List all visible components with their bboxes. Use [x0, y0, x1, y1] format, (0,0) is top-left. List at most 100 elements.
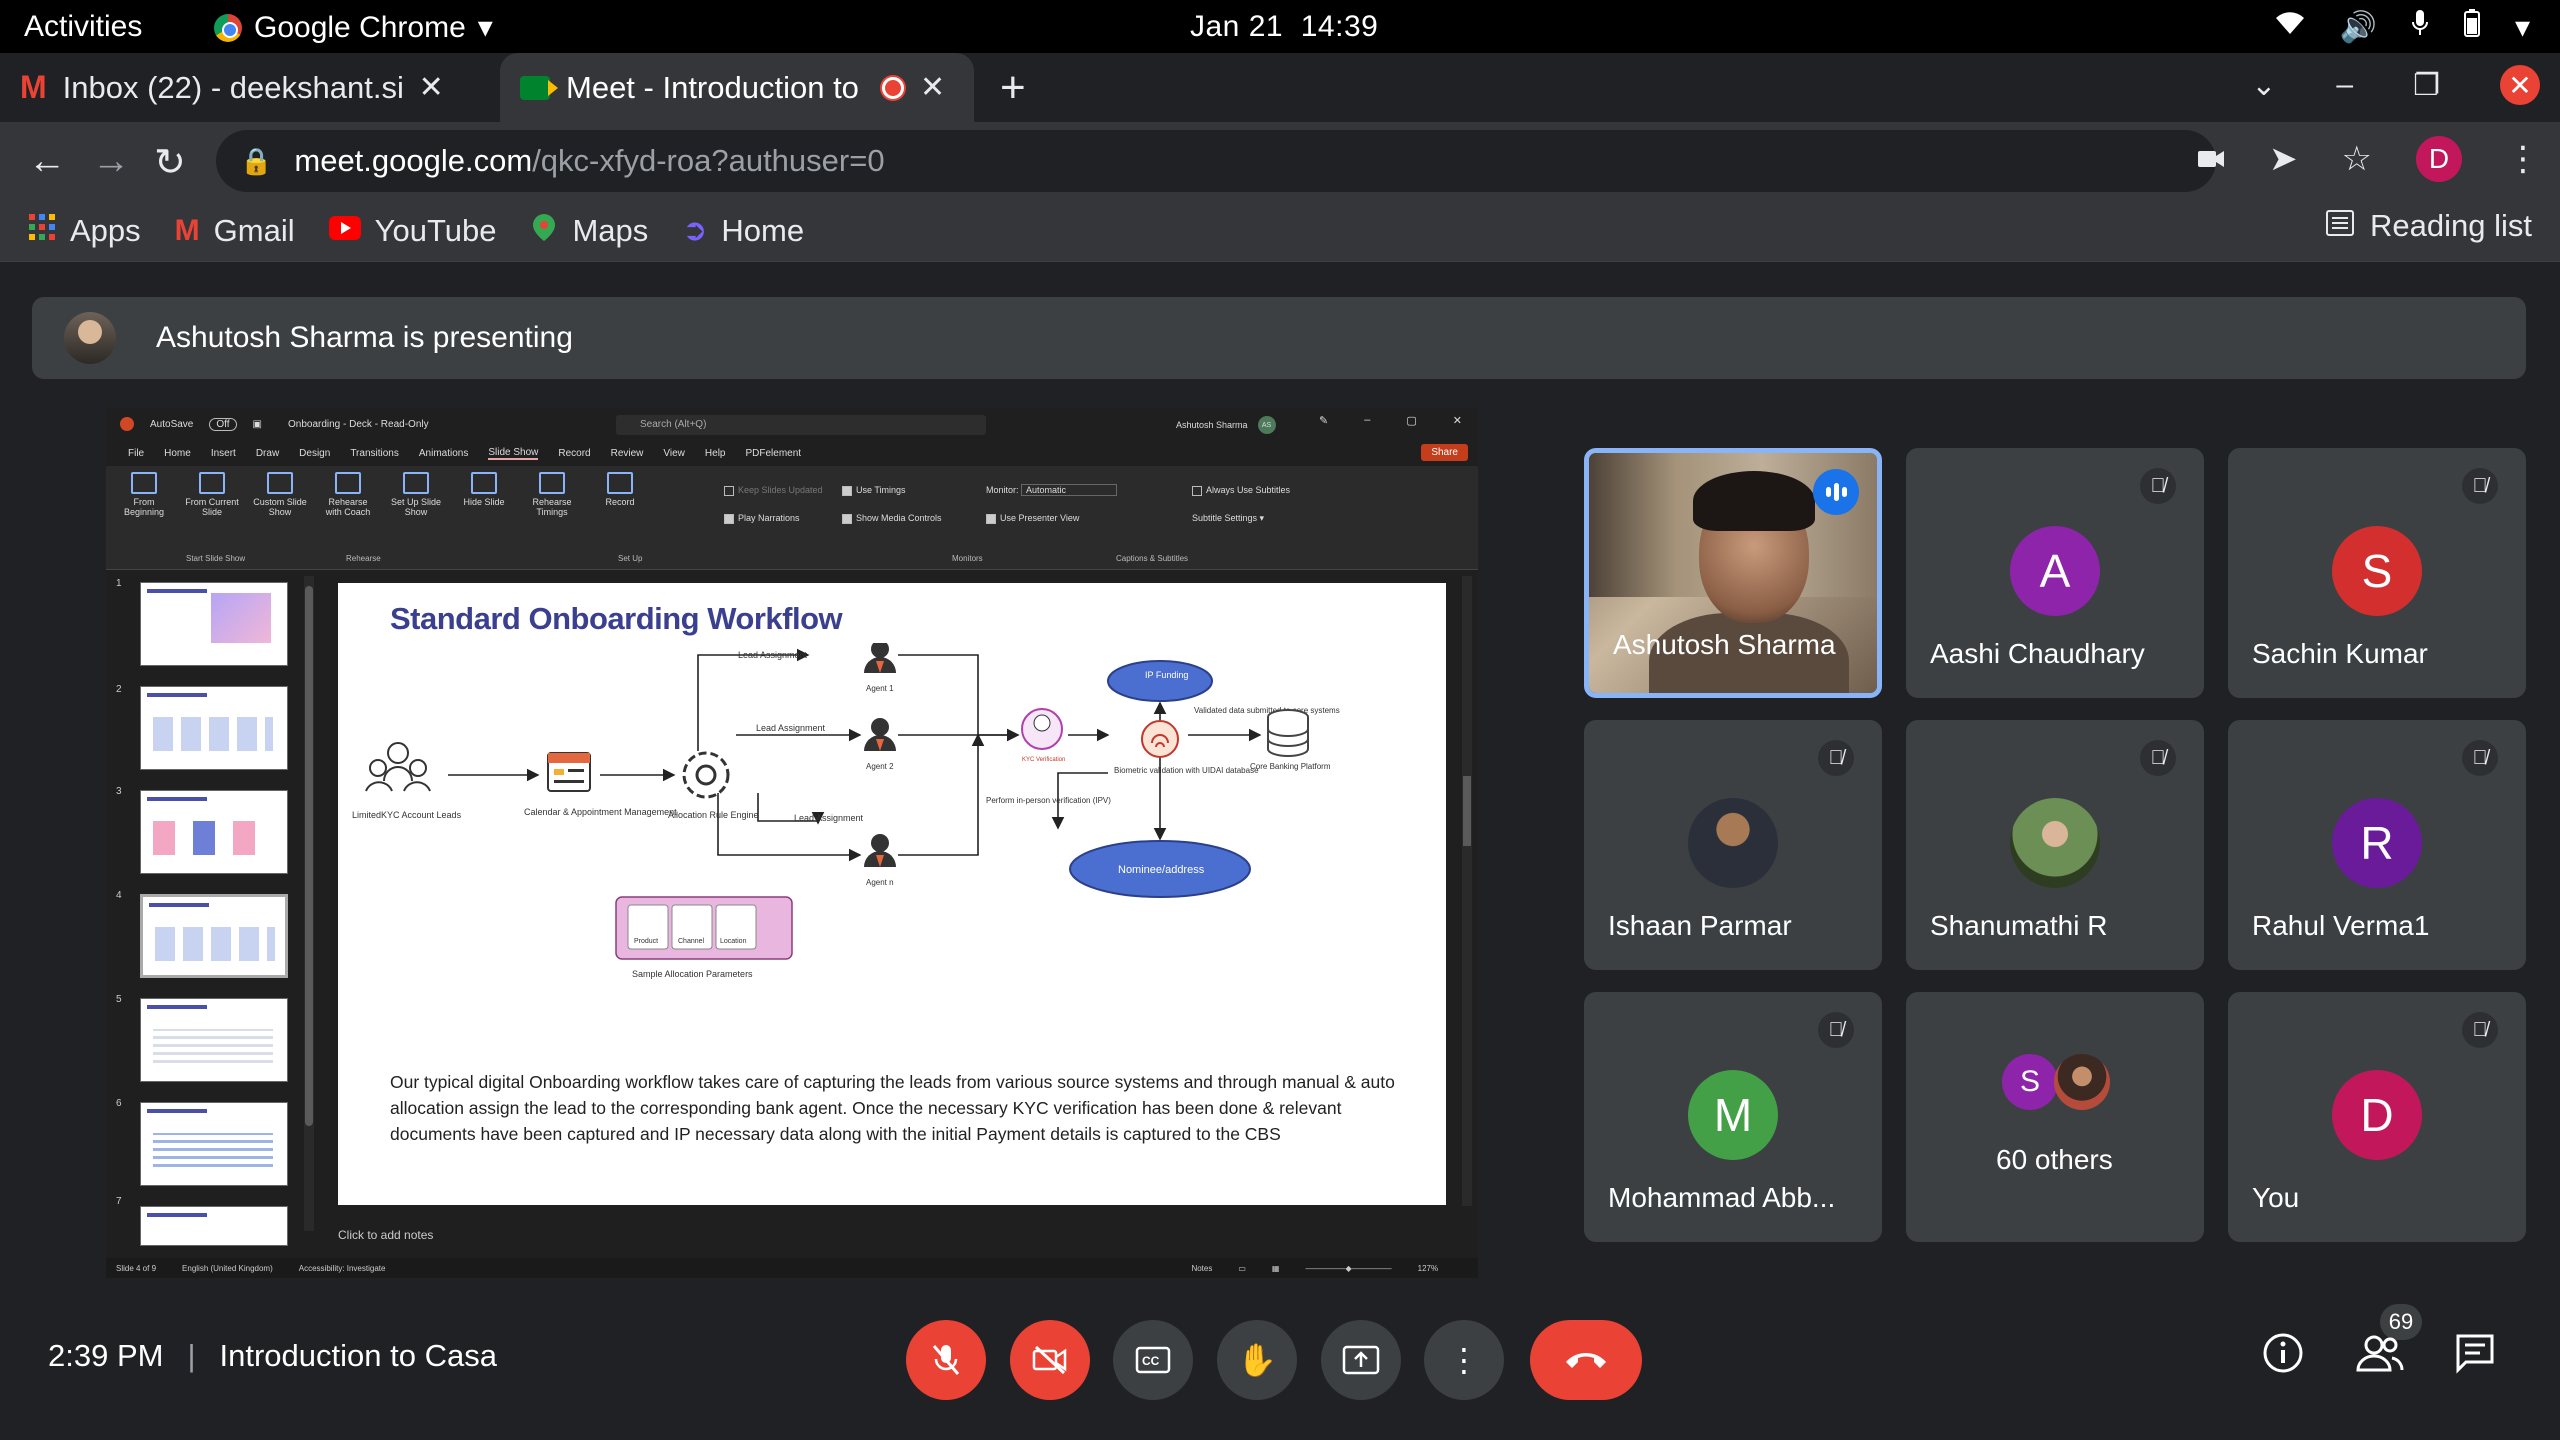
- bookmark-gmail[interactable]: M Gmail: [175, 213, 295, 249]
- ppt-user-avatar[interactable]: AS: [1257, 416, 1276, 434]
- rehearse-timings-button[interactable]: Rehearse Timings: [524, 472, 580, 517]
- leave-call-button[interactable]: [1530, 1320, 1642, 1400]
- close-icon[interactable]: ✕: [1453, 414, 1462, 427]
- forward-arrow-icon[interactable]: →: [92, 140, 130, 183]
- slide-thumbnail[interactable]: [140, 686, 288, 770]
- rehearse-with-coach-button[interactable]: Rehearse with Coach: [320, 472, 376, 517]
- thumbnail-scrollbar[interactable]: [304, 576, 314, 1231]
- minimize-icon[interactable]: –: [1364, 414, 1370, 427]
- hide-slide-button[interactable]: Hide Slide: [456, 472, 512, 517]
- menu-insert[interactable]: Insert: [211, 448, 236, 459]
- menu-file[interactable]: File: [128, 448, 144, 459]
- participant-tile[interactable]: 🎙̸ R Rahul Verma1: [2228, 720, 2526, 970]
- system-clock[interactable]: Jan 21 14:39: [1190, 10, 1378, 44]
- bookmark-maps[interactable]: Maps: [530, 212, 648, 250]
- participant-tile-others[interactable]: S 60 others: [1906, 992, 2204, 1242]
- toggle-microphone-button[interactable]: [906, 1320, 986, 1400]
- toggle-camera-button[interactable]: [1010, 1320, 1090, 1400]
- send-tab-icon[interactable]: ➤: [2269, 139, 2298, 179]
- use-presenter-view-check[interactable]: Use Presenter View: [986, 504, 1117, 532]
- camera-in-use-icon[interactable]: [2197, 140, 2225, 179]
- tab-search-chevron-icon[interactable]: ⌄: [2251, 68, 2276, 103]
- captions-button[interactable]: CC: [1113, 1320, 1193, 1400]
- participant-tile[interactable]: 🎙̸ Shanumathi R: [1906, 720, 2204, 970]
- menu-slide-show[interactable]: Slide Show: [488, 447, 539, 460]
- accessibility-status[interactable]: Accessibility: Investigate: [299, 1264, 386, 1273]
- close-tab-icon[interactable]: ✕: [920, 70, 945, 105]
- menu-animations[interactable]: Animations: [419, 448, 468, 459]
- slide-thumbnail[interactable]: [140, 998, 288, 1082]
- record-button[interactable]: Record: [592, 472, 648, 517]
- menu-pdfelement[interactable]: PDFelement: [745, 448, 801, 459]
- slide-scrollbar[interactable]: [1462, 576, 1472, 1206]
- participant-tile-self[interactable]: 🎙̸ D You: [2228, 992, 2526, 1242]
- monitor-select[interactable]: Monitor: Automatic: [986, 476, 1118, 504]
- participant-tile[interactable]: 🎙̸ A Aashi Chaudhary: [1906, 448, 2204, 698]
- reading-list-button[interactable]: Reading list: [2326, 208, 2532, 244]
- from-current-slide-button[interactable]: From Current Slide: [184, 472, 240, 517]
- subtitle-settings-dropdown[interactable]: Subtitle Settings ▾: [1192, 504, 1290, 532]
- bookmark-star-icon[interactable]: ☆: [2342, 139, 2372, 179]
- slide-thumbnail[interactable]: [140, 582, 288, 666]
- custom-slide-show-button[interactable]: Custom Slide Show: [252, 472, 308, 517]
- restore-icon[interactable]: ❐: [2413, 68, 2440, 103]
- menu-review[interactable]: Review: [611, 448, 644, 459]
- slide-thumbnail-selected[interactable]: [140, 894, 288, 978]
- zoom-slider[interactable]: —————◆—————: [1305, 1264, 1391, 1273]
- language-status[interactable]: English (United Kingdom): [182, 1264, 273, 1273]
- autosave-toggle[interactable]: Off: [209, 417, 237, 431]
- bookmark-home[interactable]: ➲ Home: [682, 213, 804, 249]
- people-button[interactable]: [2356, 1332, 2404, 1384]
- set-up-slide-show-button[interactable]: Set Up Slide Show: [388, 472, 444, 517]
- close-window-icon[interactable]: ✕: [2500, 65, 2540, 105]
- app-menu[interactable]: Google Chrome ▾: [214, 10, 493, 45]
- pen-icon[interactable]: ✎: [1319, 414, 1328, 427]
- reload-icon[interactable]: ↻: [154, 140, 186, 185]
- close-tab-icon[interactable]: ✕: [419, 70, 444, 105]
- bookmark-apps[interactable]: Apps: [28, 213, 141, 249]
- menu-help[interactable]: Help: [705, 448, 726, 459]
- save-icon[interactable]: ▣: [253, 419, 262, 430]
- slide-thumbnail[interactable]: [140, 1206, 288, 1246]
- ppt-share-button[interactable]: Share: [1421, 444, 1468, 461]
- notes-input[interactable]: Click to add notes: [338, 1228, 433, 1242]
- sorter-view-icon[interactable]: ▦: [1272, 1264, 1280, 1273]
- profile-avatar[interactable]: D: [2416, 136, 2462, 182]
- menu-view[interactable]: View: [663, 448, 685, 459]
- always-use-subtitles-check[interactable]: Always Use Subtitles: [1192, 476, 1290, 504]
- chat-button[interactable]: [2454, 1332, 2496, 1384]
- shared-screen[interactable]: AutoSave Off ▣ Onboarding - Deck - Read-…: [106, 408, 1478, 1278]
- participant-tile-ashutosh[interactable]: Ashutosh Sharma: [1584, 448, 1882, 698]
- tab-inbox[interactable]: M Inbox (22) - deekshant.sin ✕: [0, 53, 490, 122]
- menu-transitions[interactable]: Transitions: [350, 448, 399, 459]
- chrome-menu-icon[interactable]: ⋮: [2506, 139, 2540, 179]
- menu-record[interactable]: Record: [558, 448, 590, 459]
- play-narrations-check[interactable]: Play Narrations: [724, 504, 823, 532]
- address-bar[interactable]: 🔒 meet.google.com/qkc-xfyd-roa?authuser=…: [216, 130, 2216, 192]
- back-arrow-icon[interactable]: ←: [28, 140, 66, 183]
- menu-draw[interactable]: Draw: [256, 448, 279, 459]
- system-tray[interactable]: 🔊 ▾: [2274, 8, 2530, 46]
- from-beginning-button[interactable]: From Beginning: [116, 472, 172, 517]
- normal-view-icon[interactable]: ▭: [1238, 1264, 1246, 1273]
- slide-thumbnail[interactable]: [140, 790, 288, 874]
- activities-button[interactable]: Activities: [24, 10, 142, 44]
- keep-slides-updated-check[interactable]: Keep Slides Updated: [724, 476, 823, 504]
- new-tab-button[interactable]: +: [1000, 63, 1026, 113]
- zoom-level[interactable]: 127%: [1418, 1264, 1438, 1273]
- participant-tile[interactable]: 🎙̸ S Sachin Kumar: [2228, 448, 2526, 698]
- ppt-search-box[interactable]: Search (Alt+Q): [616, 415, 986, 435]
- show-media-controls-check[interactable]: Show Media Controls: [842, 504, 942, 532]
- menu-home[interactable]: Home: [164, 448, 191, 459]
- present-now-button[interactable]: [1321, 1320, 1401, 1400]
- lock-icon[interactable]: 🔒: [240, 146, 272, 177]
- minimize-icon[interactable]: –: [2336, 68, 2353, 102]
- participant-tile[interactable]: 🎙̸ M Mohammad Abb...: [1584, 992, 1882, 1242]
- restore-icon[interactable]: ▢: [1406, 414, 1416, 427]
- menu-design[interactable]: Design: [299, 448, 330, 459]
- use-timings-check[interactable]: Use Timings: [842, 476, 942, 504]
- raise-hand-button[interactable]: ✋: [1217, 1320, 1297, 1400]
- slide-thumbnail[interactable]: [140, 1102, 288, 1186]
- bookmark-youtube[interactable]: YouTube: [328, 213, 496, 249]
- notes-toggle[interactable]: Notes: [1191, 1264, 1212, 1273]
